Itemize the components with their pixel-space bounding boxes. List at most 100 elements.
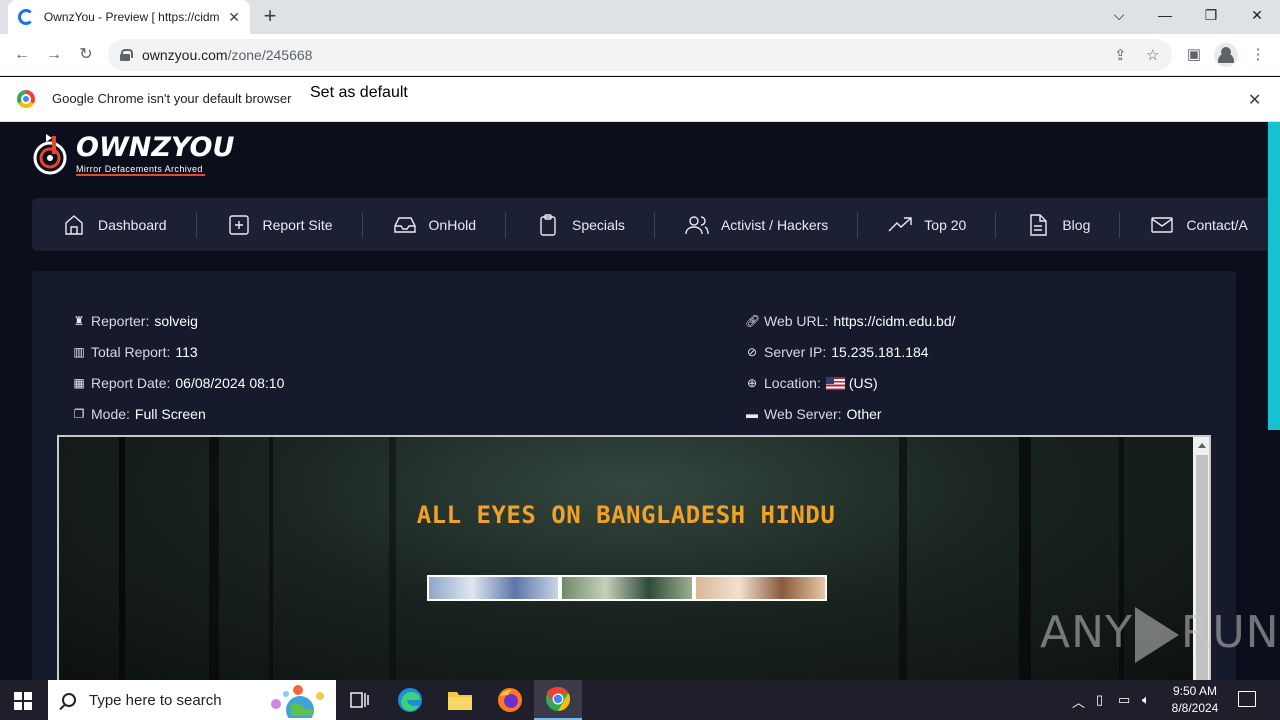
new-tab-button[interactable]: +: [258, 4, 282, 28]
close-tab-icon[interactable]: ✕: [228, 9, 240, 26]
paperclip-icon: ⊘: [746, 345, 758, 359]
forward-button[interactable]: →: [41, 42, 67, 68]
tree-silhouette: [1019, 437, 1031, 680]
logo-tagline: Mirror Defacements Archived: [76, 164, 205, 176]
preview-image-strip: [427, 575, 827, 601]
reload-button[interactable]: ↻: [73, 42, 99, 68]
infobar-close-icon[interactable]: ✕: [1248, 90, 1261, 110]
search-highlight-art-icon: [271, 685, 324, 718]
nav-label: Blog: [1062, 216, 1091, 233]
detail-web-url: 🔗︎ Web URL: https://cidm.edu.bd/: [745, 313, 956, 329]
deface-headline: ALL EYES ON BANGLADESH HINDU: [416, 501, 836, 529]
nav-label: OnHold: [428, 216, 477, 233]
calendar-icon: ▦: [73, 376, 85, 390]
clock-time: 9:50 AM: [1172, 684, 1218, 698]
tab-search-chevron-icon[interactable]: ⌵: [1096, 0, 1142, 30]
detail-web-server: ▬ Web Server: Other: [745, 406, 882, 422]
mail-icon: [1151, 216, 1174, 233]
nav-dashboard[interactable]: Dashboard: [32, 198, 197, 251]
menu-kebab-icon[interactable]: ⋮: [1247, 44, 1269, 66]
server-icon: ▬: [746, 407, 758, 421]
nav-label: Dashboard: [98, 216, 167, 233]
nav-activist-hackers[interactable]: Activist / Hackers: [655, 198, 859, 251]
file-explorer-icon[interactable]: [436, 680, 484, 720]
clipboard-icon: [540, 213, 556, 236]
address-bar[interactable]: ownzyou.com/zone/245668: [108, 39, 1172, 71]
file-text-icon: [1030, 213, 1048, 236]
page-scrollbar-thumb[interactable]: [1268, 122, 1280, 430]
detail-label: Reporter:: [91, 313, 150, 329]
anyrun-watermark: ANY RUN: [1040, 607, 1280, 663]
browser-titlebar: OwnzYou - Preview [ https://cidm.edu.bd/…: [0, 0, 1280, 34]
profile-avatar-icon[interactable]: [1214, 43, 1238, 67]
nav-blog[interactable]: Blog: [996, 198, 1121, 251]
globe-icon: ⊕: [746, 376, 758, 390]
page-content: OWNZYOU Mirror Defacements Archived Dash…: [0, 122, 1268, 680]
main-navigation: Dashboard Report Site OnHold Specials Ac…: [32, 198, 1268, 251]
share-icon[interactable]: ⇪: [1114, 46, 1127, 64]
link-icon: 🔗︎: [745, 314, 761, 328]
users-icon: [685, 215, 709, 234]
detail-label: Web Server:: [764, 406, 842, 422]
back-button[interactable]: ←: [9, 42, 35, 68]
nav-top-20[interactable]: Top 20: [858, 198, 997, 251]
show-hidden-icons-chevron-icon[interactable]: ︿: [1072, 692, 1085, 711]
nav-contact[interactable]: Contact/A: [1120, 198, 1268, 251]
nav-report-site[interactable]: Report Site: [197, 198, 363, 251]
set-as-default-button[interactable]: Set as default: [310, 84, 413, 114]
side-panel-icon[interactable]: ▣: [1183, 44, 1205, 66]
clock-date: 8/8/2024: [1171, 701, 1219, 715]
detail-label: Total Report:: [91, 344, 171, 360]
preview-thumbnail: [429, 577, 559, 599]
windows-start-icon[interactable]: [14, 692, 32, 710]
notification-center-icon[interactable]: [1238, 691, 1256, 707]
detail-total-report: ▥ Total Report: 113: [72, 344, 197, 360]
detail-server-ip: ⊘ Server IP: 15.235.181.184: [745, 344, 929, 360]
network-icon[interactable]: ▭: [1118, 692, 1130, 708]
detail-value[interactable]: Full Screen: [135, 406, 206, 422]
minimize-button[interactable]: —: [1142, 0, 1188, 30]
default-browser-infobar: Google Chrome isn't your default browser: [0, 77, 1280, 122]
restore-button[interactable]: ❐: [1188, 0, 1234, 30]
nav-specials[interactable]: Specials: [506, 198, 655, 251]
nav-onhold[interactable]: OnHold: [363, 198, 507, 251]
bookmark-star-icon[interactable]: ☆: [1146, 46, 1159, 64]
detail-value: (US): [848, 375, 878, 391]
tree-silhouette: [389, 437, 396, 680]
detail-report-date: ▦ Report Date: 06/08/2024 08:10: [72, 375, 284, 391]
tree-silhouette: [119, 437, 125, 680]
detail-label: Report Date:: [91, 375, 171, 391]
detail-value: 15.235.181.184: [831, 344, 929, 360]
logo-text: OWNZYOU: [76, 132, 235, 163]
trending-up-icon: [888, 216, 912, 231]
detail-value[interactable]: solveig: [154, 313, 198, 329]
search-placeholder: Type here to search: [89, 691, 222, 709]
nav-label: Activist / Hackers: [720, 216, 829, 233]
browser-tab[interactable]: OwnzYou - Preview [ https://cidm.edu.bd/…: [8, 0, 250, 34]
task-view-icon[interactable]: [336, 680, 384, 720]
detail-label: Server IP:: [764, 344, 827, 360]
preview-thumbnail: [562, 577, 692, 599]
tree-silhouette: [209, 437, 219, 680]
detail-value[interactable]: https://cidm.edu.bd/: [833, 313, 955, 329]
volume-icon[interactable]: 🔈︎: [1142, 692, 1150, 708]
lock-icon[interactable]: [120, 49, 133, 61]
window-restore-icon: ❐: [73, 407, 85, 421]
play-icon: [1134, 607, 1179, 663]
browser-toolbar: ← → ↻ ownzyou.com/zone/245668 ⇪ ☆ ▣ ⋮: [0, 34, 1280, 76]
windows-taskbar: Type here to search ︿ ▯ ▭ 🔈︎ 9:50 AM 8/8…: [0, 680, 1280, 720]
chrome-taskbar-icon[interactable]: [534, 680, 582, 720]
detail-label: Web URL:: [764, 313, 829, 329]
taskbar-clock[interactable]: 9:50 AM 8/8/2024: [1160, 683, 1230, 717]
firefox-icon[interactable]: [486, 680, 534, 720]
chrome-logo-icon: [17, 90, 35, 108]
detail-label: Location:: [764, 375, 821, 391]
tray-device-icon[interactable]: ▯: [1096, 692, 1103, 708]
search-icon: [62, 693, 76, 707]
deface-preview-frame[interactable]: ALL EYES ON BANGLADESH HINDU: [57, 435, 1211, 680]
edge-icon[interactable]: [386, 680, 434, 720]
scroll-up-arrow-icon[interactable]: [1198, 443, 1206, 448]
tree-silhouette: [899, 437, 907, 680]
close-window-button[interactable]: ✕: [1234, 0, 1280, 30]
site-logo[interactable]: OWNZYOU Mirror Defacements Archived: [32, 130, 242, 180]
